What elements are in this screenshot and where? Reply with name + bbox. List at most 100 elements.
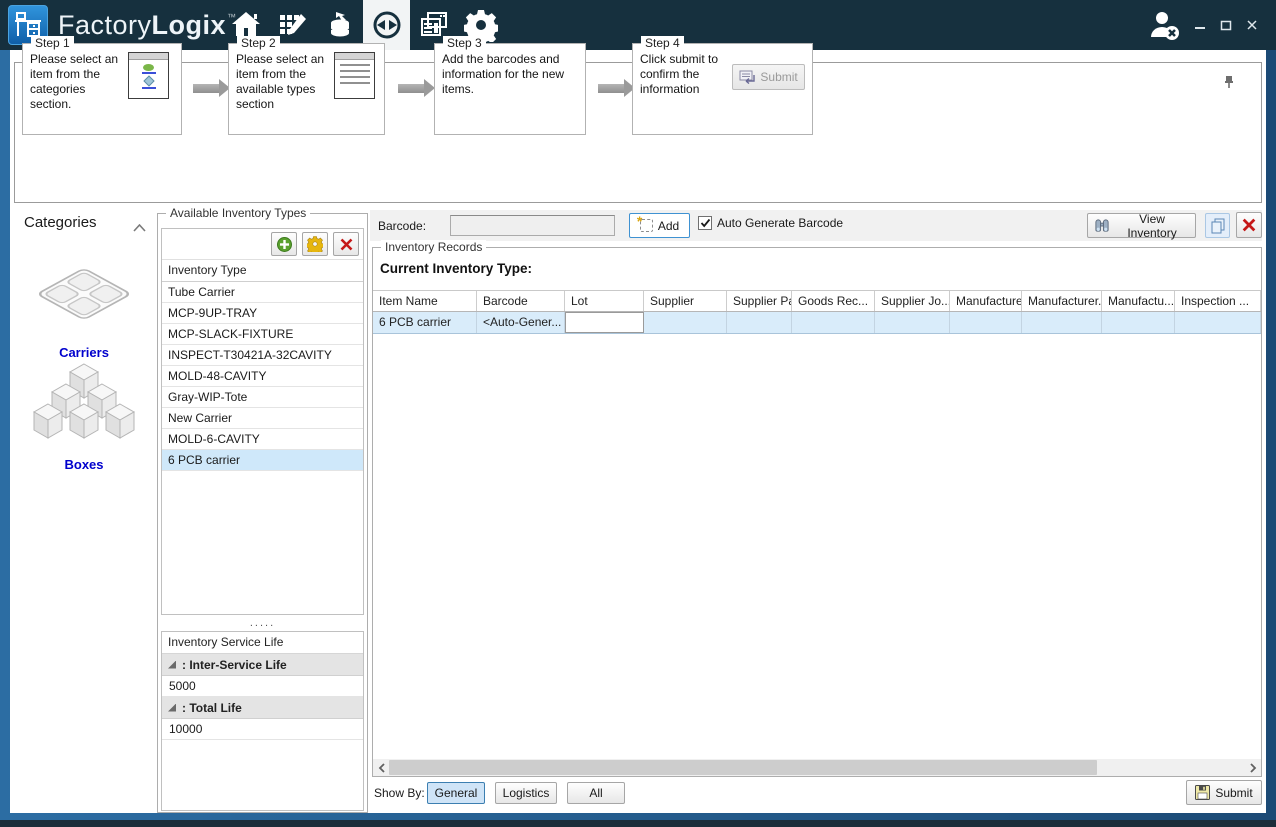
- column-header[interactable]: Item Name: [373, 291, 477, 311]
- inventory-type-row[interactable]: MCP-9UP-TRAY: [162, 303, 363, 324]
- scroll-left-icon: [378, 763, 386, 773]
- record-cell[interactable]: [565, 312, 644, 333]
- record-cell[interactable]: <Auto-Gener...: [477, 312, 565, 333]
- auto-generate-checkbox[interactable]: Auto Generate Barcode: [698, 216, 843, 230]
- view-inventory-button[interactable]: View Inventory: [1087, 213, 1196, 238]
- pin-button[interactable]: [1223, 75, 1235, 94]
- step1-text: Please select an item from the categorie…: [30, 52, 122, 112]
- checkbox-icon: [698, 216, 712, 230]
- scroll-left-button[interactable]: [373, 759, 390, 776]
- inventory-type-row[interactable]: MOLD-6-CAVITY: [162, 429, 363, 450]
- step1-box: Step 1 Please select an item from the ca…: [22, 43, 182, 135]
- record-cell[interactable]: [792, 312, 875, 333]
- barcode-toolbar: Barcode: Add Auto Generate Barcode View …: [370, 210, 1262, 241]
- column-header[interactable]: Barcode: [477, 291, 565, 311]
- step2-label: Step 2: [237, 36, 280, 50]
- inventory-type-row[interactable]: New Carrier: [162, 408, 363, 429]
- window-controls: [1190, 0, 1262, 50]
- record-cell[interactable]: [1022, 312, 1102, 333]
- remove-button[interactable]: [1236, 212, 1262, 238]
- inventory-type-row[interactable]: Tube Carrier: [162, 282, 363, 303]
- service-life-group-total-label: : Total Life: [182, 701, 242, 715]
- service-life-group-total[interactable]: : Total Life: [162, 697, 363, 719]
- service-life-inter-value[interactable]: 5000: [162, 676, 363, 697]
- types-toolbar: [162, 229, 363, 260]
- add-type-button[interactable]: [271, 232, 297, 256]
- minimize-icon: [1194, 19, 1206, 31]
- record-cell[interactable]: [644, 312, 727, 333]
- panel-splitter[interactable]: .....: [161, 615, 364, 631]
- record-cell[interactable]: [875, 312, 950, 333]
- column-header[interactable]: Supplier Jo...: [875, 291, 950, 311]
- remove-x-icon: [1241, 217, 1257, 233]
- close-button[interactable]: [1242, 15, 1262, 35]
- record-cell[interactable]: [1102, 312, 1175, 333]
- inventory-type-row[interactable]: 6 PCB carrier: [162, 450, 363, 471]
- column-header[interactable]: Manufacturer...: [1022, 291, 1102, 311]
- barcode-label: Barcode:: [378, 219, 426, 233]
- binoculars-icon: [1094, 218, 1110, 234]
- close-icon: [1246, 19, 1258, 31]
- service-life-group-inter[interactable]: : Inter-Service Life: [162, 654, 363, 676]
- horizontal-scrollbar[interactable]: [373, 759, 1261, 776]
- step3-text: Add the barcodes and information for the…: [442, 52, 578, 97]
- production-grid-pencil-icon: [277, 10, 309, 40]
- column-header[interactable]: Supplier Pa...: [727, 291, 792, 311]
- add-record-button[interactable]: Add: [629, 213, 690, 238]
- column-header[interactable]: Manufacturer: [950, 291, 1022, 311]
- maximize-button[interactable]: [1216, 15, 1236, 35]
- inventory-type-row[interactable]: MCP-SLACK-FIXTURE: [162, 324, 363, 345]
- minimize-button[interactable]: [1190, 15, 1210, 35]
- record-row: 6 PCB carrier<Auto-Gener...: [373, 312, 1261, 334]
- show-by-logistics-button[interactable]: Logistics: [495, 782, 557, 804]
- category-item-boxes[interactable]: Boxes: [24, 362, 144, 472]
- step1-label: Step 1: [31, 36, 74, 50]
- category-label-boxes: Boxes: [24, 457, 144, 472]
- copy-button[interactable]: [1205, 213, 1230, 238]
- record-cell[interactable]: 6 PCB carrier: [373, 312, 477, 333]
- customize-type-button[interactable]: [302, 232, 328, 256]
- step-arrow-1-icon: [193, 84, 219, 93]
- step2-text: Please select an item from the available…: [236, 52, 328, 112]
- show-by-all-button[interactable]: All: [567, 782, 625, 804]
- user-status-button[interactable]: [1143, 6, 1187, 46]
- available-types-title: Available Inventory Types: [166, 206, 310, 220]
- add-sparkle-icon: [640, 219, 653, 232]
- category-item-carriers[interactable]: Carriers: [24, 252, 144, 360]
- categories-collapse-button[interactable]: [133, 219, 146, 237]
- barcode-input[interactable]: [450, 215, 615, 236]
- service-life-total-value[interactable]: 10000: [162, 719, 363, 740]
- group-triangle-icon: [168, 704, 176, 712]
- submit-button[interactable]: Submit: [1186, 780, 1262, 805]
- record-cell[interactable]: [950, 312, 1022, 333]
- submit-label: Submit: [1215, 786, 1252, 800]
- copy-icon: [1210, 218, 1226, 234]
- column-header[interactable]: Lot: [565, 291, 644, 311]
- delete-type-button[interactable]: [333, 232, 359, 256]
- collapse-chevron-icon: [133, 224, 146, 232]
- column-header[interactable]: Inspection ...: [1175, 291, 1261, 311]
- service-life-panel: Inventory Service Life : Inter-Service L…: [161, 631, 364, 811]
- transfer-circle-arrows-icon: [371, 9, 403, 41]
- carriers-icon: [34, 252, 134, 338]
- column-header[interactable]: Supplier: [644, 291, 727, 311]
- inventory-type-row[interactable]: INSPECT-T30421A-32CAVITY: [162, 345, 363, 366]
- record-cell[interactable]: [727, 312, 792, 333]
- column-header[interactable]: Manufactu...: [1102, 291, 1175, 311]
- step-arrow-2-icon: [398, 84, 424, 93]
- inventory-type-row[interactable]: MOLD-48-CAVITY: [162, 366, 363, 387]
- customize-gear-icon: [307, 236, 323, 252]
- scrollbar-thumb[interactable]: [389, 760, 1097, 775]
- step1-thumbnail: [128, 52, 169, 99]
- scroll-right-button[interactable]: [1244, 759, 1261, 776]
- step3-label: Step 3: [443, 36, 486, 50]
- record-cell[interactable]: [1175, 312, 1261, 333]
- inventory-type-row[interactable]: Gray-WIP-Tote: [162, 387, 363, 408]
- group-triangle-icon: [168, 661, 176, 669]
- show-by-general-button[interactable]: General: [427, 782, 485, 804]
- auto-generate-label: Auto Generate Barcode: [717, 216, 843, 230]
- current-inventory-type-heading: Current Inventory Type:: [380, 261, 532, 276]
- step4-submit-button[interactable]: Submit: [732, 64, 805, 90]
- column-header[interactable]: Goods Rec...: [792, 291, 875, 311]
- show-by-buttons: General Logistics All: [427, 782, 625, 804]
